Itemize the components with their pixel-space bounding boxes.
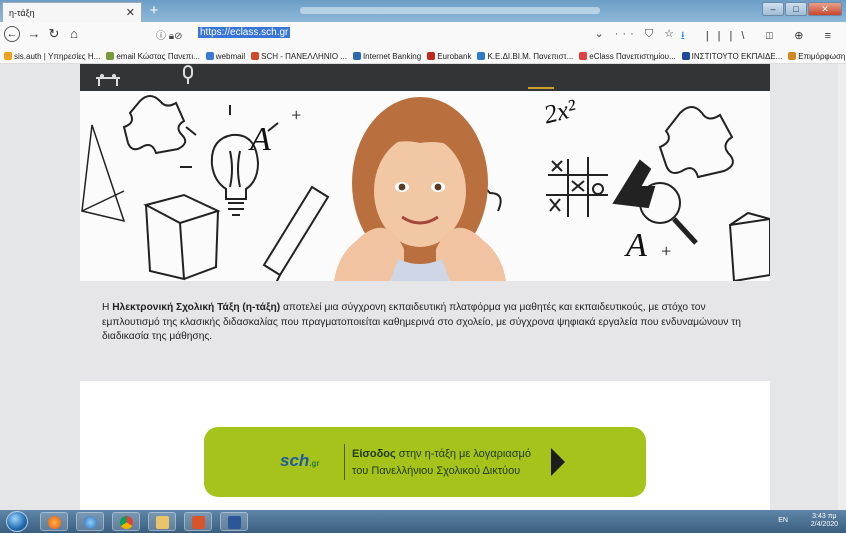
clock-date: 2/4/2020 [810, 521, 838, 528]
desc-platform-name: Ηλεκτρονική Σχολική Τάξη (η-τάξη) [112, 302, 281, 313]
page-scrollbar[interactable] [838, 64, 846, 510]
login-divider [344, 444, 345, 480]
login-label-bold: Είσοδος [352, 448, 396, 460]
login-label-line1: στην η-τάξη με λογαριασμό [395, 448, 531, 460]
browser-window: η-τάξη ✕ + – □ ✕ ← → ↻ ⌂ ⓘ 🔒︎⊘ https://e… [0, 0, 846, 510]
bookmark-label: Κ.Ε.ΔΙ.ΒΙ.Μ. Πανεπιστ... [487, 51, 574, 61]
tab-title: η-τάξη [9, 8, 35, 18]
windows-taskbar: EN 3:43 πμ 2/4/2020 [0, 510, 846, 533]
bookmark-item[interactable]: sis.auth | Υπηρεσίες Η... [4, 49, 100, 63]
bookmark-favicon-icon [477, 52, 486, 60]
forward-icon[interactable]: → [26, 26, 42, 42]
hero-banner: A + A + 2x² [80, 91, 770, 281]
page-actions-icon[interactable]: ⌄ ··· ⛉ ☆ [595, 27, 679, 41]
bookmark-favicon-icon [251, 52, 260, 60]
taskbar-firefox[interactable] [40, 512, 68, 531]
bookmark-item[interactable]: eClass Πανεπιστημίου... [579, 49, 676, 63]
bookmark-item[interactable]: Κ.Ε.ΔΙ.ΒΙ.Μ. Πανεπιστ... [477, 49, 573, 63]
taskbar-clock[interactable]: 3:43 πμ 2/4/2020 [811, 513, 838, 529]
bookmark-label: sis.auth | Υπηρεσίες Η... [14, 51, 101, 61]
sch-logo: sch.gr [280, 451, 320, 471]
bookmark-label: email Κώστας Πανεπι... [116, 51, 200, 61]
bookmark-item[interactable]: ΙΝΣΤΙΤΟΥΤΟ ΕΚΠΑΙΔΕ... [681, 49, 783, 63]
language-indicator[interactable]: EN [778, 517, 788, 524]
bookmark-label: Eurobank [437, 51, 472, 61]
site-header [80, 64, 770, 91]
clock-time: 3:43 πμ [812, 513, 837, 520]
bookmark-favicon-icon [788, 52, 797, 60]
minimize-button[interactable]: – [762, 2, 784, 16]
sch-logo-text: sch [280, 451, 310, 470]
bookmark-item[interactable]: Internet Banking [352, 49, 422, 63]
hero-letter-a: A [250, 121, 271, 158]
bookmark-item[interactable]: Επιμόρφωση Β2 Επιπ... [788, 49, 846, 63]
menu-icon[interactable]: ≡ [825, 30, 840, 42]
bookmark-item[interactable]: email Κώστας Πανεπι... [106, 49, 200, 63]
bookmark-label: ΙΝΣΤΙΤΟΥΤΟ ΕΚΠΑΙΔΕ... [691, 51, 783, 61]
taskbar-chrome[interactable] [112, 512, 140, 531]
tab-etaxi[interactable]: η-τάξη ✕ [2, 2, 142, 22]
bookmark-favicon-icon [681, 52, 690, 60]
url-text[interactable]: https://eclass.sch.gr [198, 27, 291, 38]
window-title-blurred [300, 7, 600, 14]
maximize-button[interactable]: □ [785, 2, 807, 16]
bookmarks-bar: sis.auth | Υπηρεσίες Η... email Κώστας Πα… [0, 46, 846, 64]
account-icon[interactable]: ⊕ [794, 30, 812, 42]
home-icon[interactable]: ⌂ [66, 26, 82, 42]
platform-description: Η Ηλεκτρονική Σχολική Τάξη (η-τάξη) αποτ… [80, 281, 770, 381]
active-nav-indicator [528, 87, 554, 89]
page-viewport: A + A + 2x² Η Ηλεκτρονική Σχολική Τάξη (… [0, 64, 846, 510]
title-bar: η-τάξη ✕ + – □ ✕ [0, 0, 846, 22]
taskbar-word[interactable] [220, 512, 248, 531]
bookmark-favicon-icon [579, 52, 588, 60]
taskbar-app-orange[interactable] [184, 512, 212, 531]
hero-plus-2: + [660, 241, 673, 261]
bookmark-label: SCH - ΠΑΝΕΛΛΗΝΙΟ ... [261, 51, 347, 61]
bookmark-label: Επιμόρφωση Β2 Επιπ... [798, 51, 846, 61]
download-icon[interactable]: ⭳ [681, 30, 694, 42]
taskbar-explorer[interactable] [148, 512, 176, 531]
hero-plus: + [290, 105, 303, 125]
new-tab-button[interactable]: + [146, 3, 162, 19]
play-arrow-icon [551, 448, 565, 476]
taskbar-app-blue[interactable] [76, 512, 104, 531]
url-bar[interactable]: ⓘ 🔒︎⊘ https://eclass.sch.gr ⌄ ··· ⛉ ☆ [152, 25, 686, 43]
library-icon[interactable]: |||\ [706, 30, 754, 42]
bookmark-item[interactable]: Eurobank [427, 49, 471, 63]
bookmark-favicon-icon [4, 52, 12, 60]
nav-toolbar: ← → ↻ ⌂ ⓘ 🔒︎⊘ https://eclass.sch.gr ⌄ ··… [0, 22, 846, 46]
site-logo[interactable] [94, 64, 214, 93]
bookmark-favicon-icon [427, 52, 436, 60]
bookmark-label: webmail [215, 51, 246, 61]
login-label: Είσοδος στην η-τάξη με λογαριασμό του Πα… [352, 446, 531, 480]
bookmark-label: eClass Πανεπιστημίου... [589, 51, 676, 61]
bookmark-favicon-icon [205, 52, 214, 60]
login-label-line2: του Πανελλήνιου Σχολικού Δικτύου [352, 465, 521, 477]
site-info-icon[interactable]: ⓘ 🔒︎⊘ [156, 27, 182, 42]
hero-letter-a-2: A [626, 227, 647, 264]
desc-prefix: Η [102, 302, 113, 313]
bookmark-favicon-icon [106, 52, 115, 60]
bookmark-label: Internet Banking [362, 51, 422, 61]
toolbar-icons[interactable]: ⭳ |||\ ◫ ⊕ ≡ [681, 27, 840, 46]
page-container: A + A + 2x² Η Ηλεκτρονική Σχολική Τάξη (… [80, 64, 770, 510]
sidebar-icon[interactable]: ◫ [766, 30, 783, 42]
back-icon[interactable]: ← [4, 26, 20, 42]
bookmark-favicon-icon [352, 52, 361, 60]
bookmark-item[interactable]: webmail [205, 49, 246, 63]
close-tab-icon[interactable]: ✕ [126, 6, 135, 19]
login-sch-button[interactable]: sch.gr Είσοδος στην η-τάξη με λογαριασμό… [204, 427, 646, 497]
start-button[interactable] [6, 511, 28, 532]
bookmark-item[interactable]: SCH - ΠΑΝΕΛΛΗΝΙΟ ... [251, 49, 347, 63]
sch-logo-suffix: .gr [309, 459, 320, 468]
reload-icon[interactable]: ↻ [46, 26, 62, 42]
close-window-button[interactable]: ✕ [808, 2, 842, 16]
